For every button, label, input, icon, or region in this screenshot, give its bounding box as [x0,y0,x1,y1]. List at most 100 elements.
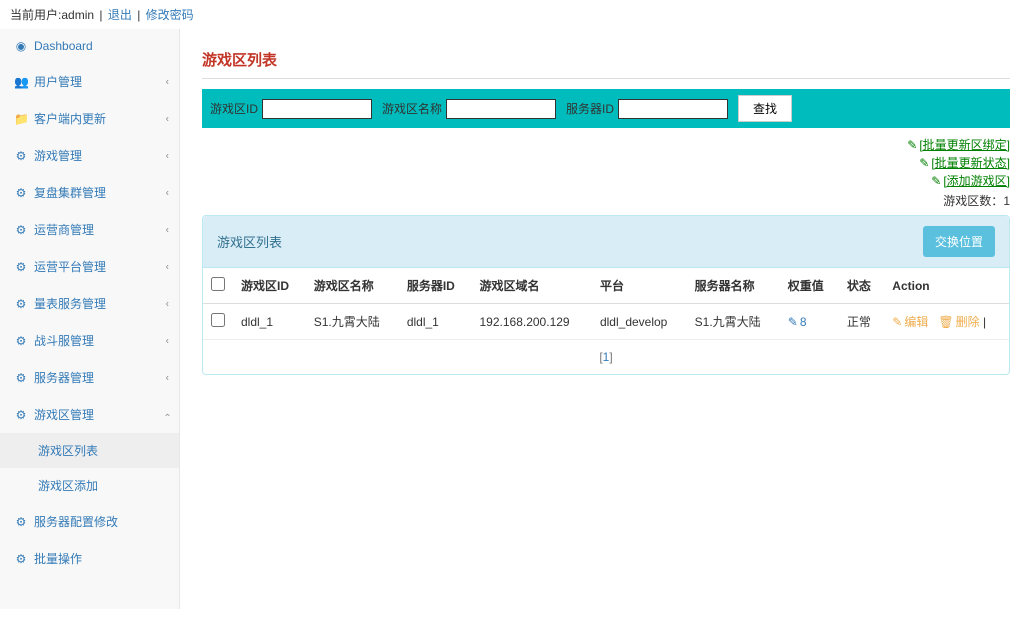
sidebar-item-server-mgmt[interactable]: ⚙ 服务器管理 ‹ [0,359,179,396]
col-domain: 游戏区域名 [472,268,592,304]
weight-link[interactable]: ✎8 [788,315,807,329]
add-zone-link[interactable]: [添加游戏区] [943,174,1010,188]
sitemap-icon: ⚙ [14,371,28,385]
server-id-input[interactable] [618,99,728,119]
chevron-left-icon: ‹ [166,224,169,235]
batch-bind-link[interactable]: [批量更新区绑定] [919,138,1010,152]
zone-list-panel: 游戏区列表 交换位置 游戏区ID 游戏区名称 服务器ID 游戏区域名 平台 服务… [202,215,1010,375]
delete-label: 删除 [956,315,980,329]
col-server-id: 服务器ID [399,268,472,304]
edit-label: 编辑 [904,315,928,329]
sidebar-item-label: Dashboard [34,39,93,53]
col-zone-name: 游戏区名称 [306,268,399,304]
zone-count-label: 游戏区数： [943,194,1003,208]
trash-icon: 🗑 [938,315,953,329]
search-bar: 游戏区ID 游戏区名称 服务器ID 查找 [202,89,1010,128]
sidebar-item-label: 战斗服管理 [34,334,94,348]
sidebar-sub-label: 游戏区添加 [38,479,98,493]
cell-status: 正常 [839,304,884,340]
col-zone-id: 游戏区ID [233,268,306,304]
sidebar-item-scale-service[interactable]: ⚙ 量表服务管理 ‹ [0,285,179,322]
users-icon: 👥 [14,75,28,89]
sidebar-item-op-platform[interactable]: ⚙运营平台管理‹ [0,248,179,285]
cell-weight: ✎8 [780,304,839,340]
edit-row-link[interactable]: ✎编辑 [892,315,928,329]
chevron-left-icon: ‹ [166,298,169,309]
col-status: 状态 [839,268,884,304]
chevron-left-icon: ‹ [166,113,169,124]
zone-count-value: 1 [1003,194,1010,208]
delete-row-link[interactable]: 🗑删除 [938,315,979,329]
sidebar-item-operator-mgmt[interactable]: ⚙运营商管理‹ [0,211,179,248]
sitemap-icon: ⚙ [14,297,28,311]
sidebar-item-user-mgmt[interactable]: 👥 用户管理 ‹ [0,63,179,100]
cell-server-id: dldl_1 [399,304,472,340]
sidebar-item-zone-mgmt[interactable]: ⚙游戏区管理‹ [0,396,179,433]
sitemap-icon: ⚙ [14,515,28,529]
zone-table: 游戏区ID 游戏区名称 服务器ID 游戏区域名 平台 服务器名称 权重值 状态 … [203,268,1009,340]
sidebar-item-label: 量表服务管理 [34,297,106,311]
weight-value: 8 [800,315,807,329]
sitemap-icon: ⚙ [14,186,28,200]
col-action: Action [884,268,1009,304]
col-server-name: 服务器名称 [687,268,780,304]
sidebar-item-label: 游戏管理 [34,149,82,163]
sidebar-item-game-mgmt[interactable]: ⚙游戏管理‹ [0,137,179,174]
sidebar-item-dashboard[interactable]: ◉ Dashboard [0,29,179,63]
chevron-left-icon: ‹ [166,372,169,383]
cell-action: ✎编辑 🗑删除 | [884,304,1009,340]
action-sep: | [983,315,986,329]
zone-id-input[interactable] [262,99,372,119]
table-row: dldl_1 S1.九霄大陆 dldl_1 192.168.200.129 dl… [203,304,1009,340]
sidebar-sub-zone-list[interactable]: 游戏区列表 [0,433,179,468]
sidebar-item-client-update[interactable]: 📁 客户端内更新 ‹ [0,100,179,137]
zone-count: 游戏区数：1 [202,192,1010,209]
row-checkbox[interactable] [211,313,225,327]
folder-icon: 📁 [14,112,28,126]
select-all-checkbox[interactable] [211,277,225,291]
sitemap-icon: ⚙ [14,260,28,274]
sidebar-sub-zone-add[interactable]: 游戏区添加 [0,468,179,503]
col-platform: 平台 [592,268,687,304]
col-weight: 权重值 [780,268,839,304]
sitemap-icon: ⚙ [14,334,28,348]
sitemap-icon: ⚙ [14,408,28,422]
chevron-left-icon: ‹ [166,76,169,87]
change-password-link[interactable]: 修改密码 [146,8,194,22]
logout-link[interactable]: 退出 [108,8,132,22]
sidebar-item-server-config[interactable]: ⚙ 服务器配置修改 [0,503,179,540]
panel-header: 游戏区列表 交换位置 [203,216,1009,268]
zone-name-label: 游戏区名称 [382,100,442,117]
edit-icon: ✎ [907,138,917,152]
pager: [1] [203,340,1009,374]
sidebar-item-label: 服务器管理 [34,371,94,385]
title-divider [202,78,1010,79]
swap-position-button[interactable]: 交换位置 [923,226,995,257]
sidebar-item-batch-ops[interactable]: ⚙批量操作 [0,540,179,577]
chevron-left-icon: ‹ [166,261,169,272]
chevron-left-icon: ‹ [166,335,169,346]
batch-status-link[interactable]: [批量更新状态] [931,156,1010,170]
top-action-links: ✎[批量更新区绑定] ✎[批量更新状态] ✎[添加游戏区] [907,136,1010,190]
sidebar: ◉ Dashboard 👥 用户管理 ‹ 📁 客户端内更新 ‹ ⚙ 游戏管理 ‹ ⚙复盘集群管… [0,29,180,609]
sidebar-sub-label: 游戏区列表 [38,444,98,458]
sidebar-item-label: 客户端内更新 [34,112,106,126]
sitemap-icon: ⚙ [14,223,28,237]
cell-zone-name: S1.九霄大陆 [306,304,399,340]
top-user-bar: 当前用户:admin | 退出 | 修改密码 [0,0,1024,29]
sidebar-item-replay-cluster[interactable]: ⚙复盘集群管理‹ [0,174,179,211]
search-button[interactable]: 查找 [738,95,792,122]
pager-bracket: ] [609,350,612,364]
zone-id-label: 游戏区ID [210,100,258,117]
cell-domain: 192.168.200.129 [472,304,592,340]
sidebar-item-label: 服务器配置修改 [34,515,118,529]
cell-server-name: S1.九霄大陆 [687,304,780,340]
sidebar-item-battle-server[interactable]: ⚙ 战斗服管理 ‹ [0,322,179,359]
chevron-left-icon: ‹ [166,187,169,198]
sitemap-icon: ⚙ [14,149,28,163]
zone-name-input[interactable] [446,99,556,119]
sidebar-item-label: 用户管理 [34,75,82,89]
dashboard-icon: ◉ [14,39,28,53]
panel-title: 游戏区列表 [217,232,282,251]
sitemap-icon: ⚙ [14,552,28,566]
